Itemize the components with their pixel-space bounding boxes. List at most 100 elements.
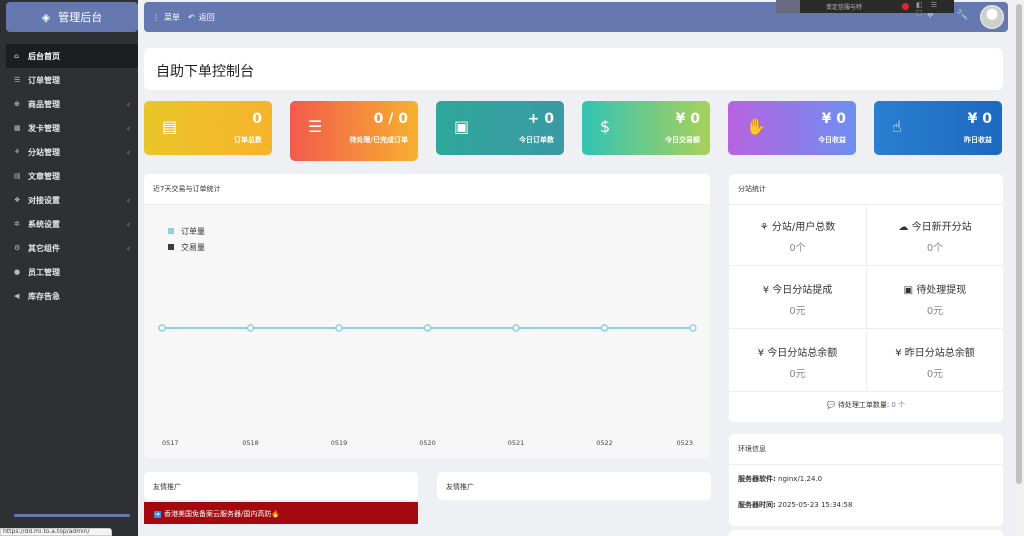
brand-title: 管理后台: [58, 11, 103, 24]
stat-card-4[interactable]: ✋ ¥ 0 今日收益: [728, 101, 856, 155]
yen-icon: ¥: [762, 285, 770, 296]
data-point[interactable]: [512, 324, 520, 332]
server-software-row: 服务器软件: nginx/1.24.0: [738, 474, 822, 484]
stat-value: ¥ 0: [967, 111, 992, 127]
stat-card-2[interactable]: ▣ + 0 今日订单数: [436, 101, 564, 155]
sitemap-icon: ⚘: [14, 148, 21, 156]
substation-stat-value: 0元: [926, 369, 944, 380]
data-point[interactable]: [335, 324, 343, 332]
sidebar-scrollbar[interactable]: [14, 514, 130, 517]
chevron-left-icon: ‹: [126, 195, 130, 205]
substation-stat-0: ⚘ 分站/用户总数 0个: [729, 204, 866, 266]
data-point[interactable]: [158, 324, 166, 332]
cloud-icon: ☁: [898, 222, 909, 233]
legend-swatch[interactable]: [168, 244, 174, 250]
promo-ad-link[interactable]: ➜ 香港美国免备案云服务器/国内高防🔥: [144, 502, 418, 524]
stat-value: 0 / 0: [373, 111, 408, 127]
gear-icon: ✲: [14, 220, 20, 228]
substation-stat-title: ⚘ 分站/用户总数: [729, 218, 866, 233]
data-point[interactable]: [689, 324, 697, 332]
substation-stat-value: 0个: [789, 243, 806, 254]
sidebar-item-3[interactable]: ▦ 发卡管理 ‹: [6, 116, 138, 140]
stat-label: 今日交易额: [665, 136, 700, 144]
chevron-left-icon: ‹: [126, 147, 130, 157]
menu-label: 菜单: [164, 13, 180, 22]
data-point[interactable]: [246, 324, 255, 332]
substation-stat-4: ¥ 今日分站总余额 0元: [729, 330, 866, 392]
next-panel: [729, 530, 1003, 536]
pointer-icon: ☝: [892, 117, 902, 136]
sidebar-item-6[interactable]: ❖ 对接设置 ‹: [6, 188, 138, 212]
undo-icon: ↶: [188, 13, 195, 22]
media-controls-icon[interactable]: ◧ ☰ □: [916, 1, 954, 17]
chart-panel: 近7天交易与订单统计 订单量 交易量 0517 0518 0519 0520 0521 052…: [144, 174, 710, 458]
legend-swatch[interactable]: [168, 228, 174, 234]
legend-label[interactable]: 交易量: [181, 242, 205, 252]
line-chart: 订单量交易量 0517 0518 0519 0520 0521 0522 0523: [158, 226, 697, 447]
sidebar-item-label: 订单管理: [28, 75, 60, 85]
sidebar-item-8[interactable]: ⚙ 其它组件 ‹: [6, 236, 138, 260]
sidebar-item-label: 对接设置: [28, 195, 60, 205]
substation-stat-value: 0元: [789, 369, 806, 380]
page-title: 自助下单控制台: [156, 64, 254, 80]
cogs-icon: ⚙: [14, 244, 21, 252]
substation-stat-title: ¥ 昨日分站总余额: [867, 344, 1003, 359]
back-label: 返回: [198, 13, 215, 22]
page-scrollbar[interactable]: [1014, 0, 1024, 536]
promo-title-left: 友情推广: [153, 483, 181, 491]
cubes-icon: ❖: [14, 196, 21, 204]
sidebar-item-2[interactable]: ⊕ 商品管理 ‹: [6, 92, 138, 116]
grid-icon: ▦: [14, 124, 21, 132]
legend-label[interactable]: 订单量: [181, 226, 205, 236]
dollar-icon: $: [600, 117, 611, 136]
avatar[interactable]: [980, 5, 1004, 29]
media-thumbnail: [776, 0, 800, 13]
sidebar-item-9[interactable]: ● 员工管理: [6, 260, 138, 284]
substation-stat-value: 0元: [926, 306, 944, 317]
sidebar-item-label: 文章管理: [28, 171, 60, 181]
sidebar-item-5[interactable]: ▤ 文章管理: [6, 164, 138, 188]
wrench-icon[interactable]: 🔧: [956, 10, 968, 21]
stat-card-5[interactable]: ☝ ¥ 0 昨日收益: [874, 101, 1002, 155]
sliders-icon: ☰: [308, 117, 323, 136]
chart-panel-title: 近7天交易与订单统计: [144, 174, 710, 205]
menu-button[interactable]: ⋮ 菜单: [152, 12, 180, 23]
promo-panel-left: 友情推广: [144, 472, 418, 500]
environment-panel: 环境信息 服务器软件: nginx/1.24.0 服务器时间: 2025-05-…: [729, 434, 1003, 526]
stat-label: 今日订单数: [519, 136, 554, 144]
substation-stat-1: ☁ 今日新开分站 0个: [866, 204, 1003, 266]
calendar-plus-icon: ▣: [454, 117, 470, 136]
user-icon: ●: [14, 268, 21, 276]
environment-title: 环境信息: [729, 434, 1003, 465]
data-point[interactable]: [600, 324, 609, 332]
scrollbar-thumb[interactable]: [1016, 4, 1022, 484]
sidebar-item-label: 发卡管理: [28, 123, 60, 133]
stat-value: ¥ 0: [675, 111, 700, 127]
sidebar-nav: ⌂ 后台首页 ☰ 订单管理 ⊕ 商品管理 ‹ ▦ 发卡管理 ‹ ⚘ 分站管理 ‹ ▤ 文章管理 ❖ 对接设置 ‹ ✲…: [6, 44, 138, 308]
stat-card-3[interactable]: $ ¥ 0 今日交易额: [582, 101, 710, 155]
sidebar-item-4[interactable]: ⚘ 分站管理 ‹: [6, 140, 138, 164]
yen-icon: ¥: [757, 348, 765, 359]
cart-icon: ⊕: [14, 100, 20, 108]
substation-stat-2: ¥ 今日分站提成 0元: [729, 267, 866, 329]
sidebar-item-10[interactable]: ◀ 库存告急: [6, 284, 138, 308]
chevron-left-icon: ‹: [126, 123, 130, 133]
sidebar-item-1[interactable]: ☰ 订单管理: [6, 68, 138, 92]
stat-card-0[interactable]: ▤ 0 订单总数: [144, 101, 272, 155]
substation-stat-title: ¥ 今日分站总余额: [729, 344, 866, 359]
sidebar-item-0[interactable]: ⌂ 后台首页: [6, 44, 138, 68]
substation-stat-label: 今日分站提成: [772, 285, 833, 296]
brand[interactable]: ◈ 管理后台: [6, 2, 138, 32]
money-icon: ▣: [903, 285, 914, 296]
sidebar-item-7[interactable]: ✲ 系统设置 ‹: [6, 212, 138, 236]
back-button[interactable]: ↶ 返回: [188, 12, 215, 23]
data-point[interactable]: [423, 324, 432, 332]
x-tick-label: 0519: [331, 439, 348, 447]
server-time-row: 服务器时间: 2025-05-23 15:34:58: [738, 500, 852, 510]
handshake-icon: ✋: [746, 117, 766, 136]
record-icon[interactable]: [902, 3, 909, 10]
substation-stat-label: 今日分站总余额: [767, 348, 838, 359]
substation-stat-title: ¥ 今日分站提成: [729, 281, 866, 296]
stat-card-1[interactable]: ☰ 0 / 0 待处理/已完成订单: [290, 101, 418, 161]
substation-stat-value: 0个: [926, 243, 944, 254]
